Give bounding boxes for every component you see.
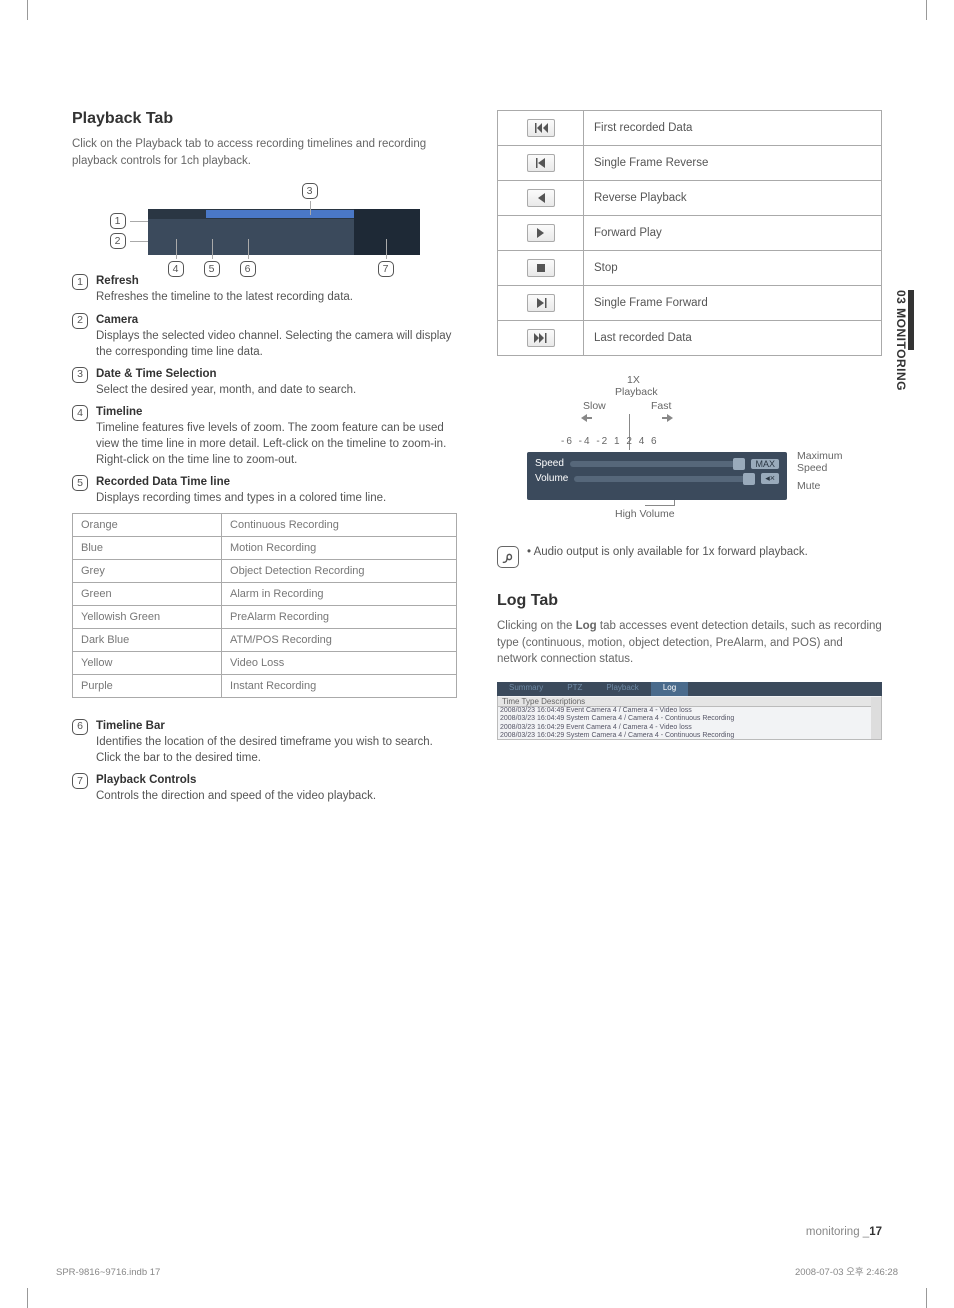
color-name: Green xyxy=(73,582,222,605)
playback-buttons-table: First recorded Data Single Frame Reverse… xyxy=(497,110,882,356)
log-tab-ptz: PTZ xyxy=(555,682,594,696)
color-name: Dark Blue xyxy=(73,628,222,651)
playback-tab-heading: Playback Tab xyxy=(72,110,457,128)
color-desc: Instant Recording xyxy=(222,674,457,697)
color-desc: Continuous Recording xyxy=(222,513,457,536)
btn-label-3: Forward Play xyxy=(584,216,882,251)
color-name: Blue xyxy=(73,536,222,559)
stop-icon xyxy=(527,259,555,277)
log-tab-playback: Playback xyxy=(594,682,650,696)
item-title-2: Camera xyxy=(96,314,138,326)
btn-label-1: Single Frame Reverse xyxy=(584,146,882,181)
print-date: 2008-07-03 오후 2:46:28 xyxy=(795,1264,898,1278)
item-desc-1: Refreshes the timeline to the latest rec… xyxy=(96,291,353,303)
item-title-4: Timeline xyxy=(96,406,142,418)
log-screenshot: Summary PTZ Playback Log Time Type Descr… xyxy=(497,682,882,740)
item-num-5: 5 xyxy=(72,475,88,491)
dlbl-highvol: High Volume xyxy=(615,508,675,520)
item-desc-2: Displays the selected video channel. Sel… xyxy=(96,330,451,358)
color-desc: ATM/POS Recording xyxy=(222,628,457,651)
log-tab-log: Log xyxy=(651,682,688,696)
item-title-5: Recorded Data Time line xyxy=(96,476,230,488)
item-num-3: 3 xyxy=(72,367,88,383)
log-tab-summary: Summary xyxy=(497,682,555,696)
color-desc: Video Loss xyxy=(222,651,457,674)
callout-2: 2 xyxy=(110,233,126,249)
btn-label-5: Single Frame Forward xyxy=(584,286,882,321)
log-row: 2008/03/23 16:04:49 Event Camera 4 / Cam… xyxy=(500,707,871,715)
log-row: 2008/03/23 16:04:29 Event Camera 4 / Cam… xyxy=(500,724,871,732)
note-text: • Audio output is only available for 1x … xyxy=(527,546,808,568)
color-desc: Alarm in Recording xyxy=(222,582,457,605)
color-name: Yellowish Green xyxy=(73,605,222,628)
item-title-1: Refresh xyxy=(96,275,139,287)
max-pill: MAX xyxy=(751,459,779,469)
item-title-7: Playback Controls xyxy=(96,774,196,786)
btn-label-4: Stop xyxy=(584,251,882,286)
dlbl-maxspeed: Maximum Speed xyxy=(797,450,867,474)
dlbl-mute: Mute xyxy=(797,480,820,492)
item-title-3: Date & Time Selection xyxy=(96,368,217,380)
log-intro: Clicking on the Log tab accesses event d… xyxy=(497,618,882,668)
reverse-playback-icon xyxy=(527,189,555,207)
callout-7: 7 xyxy=(378,261,394,277)
dlbl-slow: Slow xyxy=(583,400,606,412)
last-recorded-icon xyxy=(527,329,555,347)
item-desc-4: Timeline features five levels of zoom. T… xyxy=(96,422,446,466)
callout-3: 3 xyxy=(302,183,318,199)
item-num-1: 1 xyxy=(72,274,88,290)
item-title-6: Timeline Bar xyxy=(96,720,165,732)
btn-label-2: Reverse Playback xyxy=(584,181,882,216)
single-frame-forward-icon xyxy=(527,294,555,312)
volume-label: Volume xyxy=(535,473,568,484)
dlbl-1x: 1X xyxy=(627,374,640,386)
color-desc: Object Detection Recording xyxy=(222,559,457,582)
item-desc-3: Select the desired year, month, and date… xyxy=(96,384,356,396)
item-desc-6: Identifies the location of the desired t… xyxy=(96,736,433,764)
btn-label-6: Last recorded Data xyxy=(584,321,882,356)
log-row: 2008/03/23 16:04:49 System Camera 4 / Ca… xyxy=(500,715,871,723)
callout-1: 1 xyxy=(110,213,126,229)
item-desc-5: Displays recording times and types in a … xyxy=(96,492,386,504)
print-file: SPR-9816~9716.indb 17 xyxy=(56,1267,160,1278)
log-tab-heading: Log Tab xyxy=(497,592,882,610)
color-name: Yellow xyxy=(73,651,222,674)
item-num-2: 2 xyxy=(72,313,88,329)
forward-play-icon xyxy=(527,224,555,242)
color-desc: Motion Recording xyxy=(222,536,457,559)
note-icon xyxy=(497,546,519,568)
item-desc-7: Controls the direction and speed of the … xyxy=(96,790,376,802)
mute-pill: ◂× xyxy=(761,473,779,484)
playback-figure: 3 1 2 4 5 6 7 xyxy=(110,183,420,253)
item-num-4: 4 xyxy=(72,405,88,421)
dlbl-fast: Fast xyxy=(651,400,671,412)
item-num-6: 6 xyxy=(72,719,88,735)
btn-label-0: First recorded Data xyxy=(584,111,882,146)
playback-intro: Click on the Playback tab to access reco… xyxy=(72,136,457,169)
color-name: Orange xyxy=(73,513,222,536)
callout-5: 5 xyxy=(204,261,220,277)
callout-6: 6 xyxy=(240,261,256,277)
log-headers: Time Type Descriptions xyxy=(498,697,871,707)
speed-label: Speed xyxy=(535,458,564,469)
first-recorded-icon xyxy=(527,119,555,137)
color-name: Purple xyxy=(73,674,222,697)
callout-4: 4 xyxy=(168,261,184,277)
dlbl-playback: Playback xyxy=(615,386,658,398)
log-row: 2008/03/23 16:04:29 System Camera 4 / Ca… xyxy=(500,732,871,740)
color-legend-table: OrangeContinuous RecordingBlueMotion Rec… xyxy=(72,513,457,698)
item-num-7: 7 xyxy=(72,773,88,789)
single-frame-reverse-icon xyxy=(527,154,555,172)
footer-page: monitoring _17 xyxy=(806,1226,882,1238)
speed-diagram: 1X Playback Slow Fast -6 -4 -2 1 2 4 6 S… xyxy=(497,374,882,534)
section-sidebar: 03 MONITORING xyxy=(894,290,914,391)
color-desc: PreAlarm Recording xyxy=(222,605,457,628)
dlbl-ticks: -6 -4 -2 1 2 4 6 xyxy=(561,436,659,447)
color-name: Grey xyxy=(73,559,222,582)
